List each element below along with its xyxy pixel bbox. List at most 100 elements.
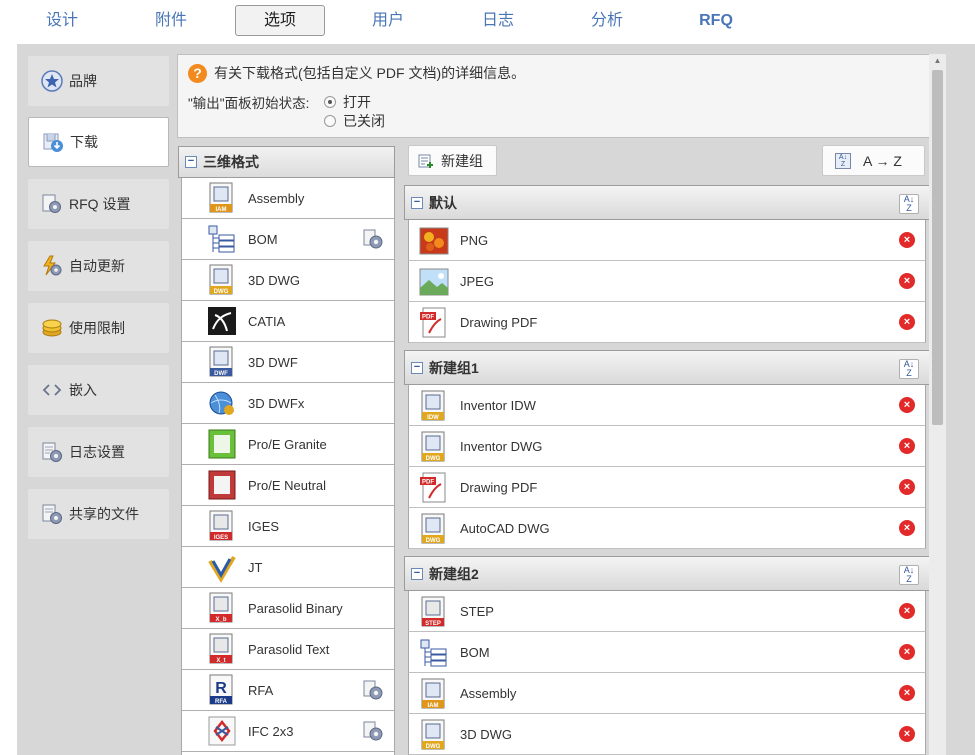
tab-rfq[interactable]: RFQ: [686, 5, 746, 37]
collapse-icon[interactable]: −: [411, 196, 423, 209]
pdf-file-icon: PDF: [419, 307, 449, 339]
parasolid-binary-icon: X_b: [207, 592, 237, 624]
remove-icon[interactable]: ×: [899, 644, 915, 660]
collapse-icon[interactable]: −: [411, 567, 423, 580]
help-icon[interactable]: ?: [188, 63, 207, 83]
sidebar-item-rfq-settings[interactable]: RFQ 设置: [28, 179, 169, 229]
remove-icon[interactable]: ×: [899, 232, 915, 248]
radio-open[interactable]: 打开: [324, 92, 371, 112]
collapse-icon[interactable]: −: [185, 156, 197, 168]
format-row[interactable]: 3D DWFx: [182, 383, 394, 424]
group-format-row[interactable]: IAM Assembly ×: [408, 673, 926, 714]
tab-design[interactable]: 设计: [32, 5, 92, 37]
info-text: 有关下载格式(包括自定义 PDF 文档)的详细信息。: [214, 65, 526, 81]
group-format-row[interactable]: JPEG ×: [408, 261, 926, 302]
remove-icon[interactable]: ×: [899, 479, 915, 495]
scroll-up-arrow-icon[interactable]: ▲: [929, 54, 946, 68]
sidebar-item-download[interactable]: 下载: [28, 117, 169, 167]
format-row[interactable]: Pro/E Granite: [182, 424, 394, 465]
scroll-thumb[interactable]: [932, 70, 943, 425]
remove-icon[interactable]: ×: [899, 438, 915, 454]
format-row[interactable]: Pro/E Neutral: [182, 465, 394, 506]
format-row[interactable]: R RFA RFA: [182, 670, 394, 711]
format-row[interactable]: X_b Parasolid Binary: [182, 588, 394, 629]
group-name[interactable]: 默认: [429, 193, 457, 213]
remove-icon[interactable]: ×: [899, 273, 915, 289]
log-settings-icon: [40, 440, 64, 464]
sort-az-button[interactable]: A↓ Z A → Z: [822, 145, 925, 176]
sidebar-item-embed[interactable]: 嵌入: [28, 365, 169, 415]
dwfx-globe-icon: [207, 387, 237, 419]
sort-az-label: A → Z: [863, 152, 902, 169]
remove-icon[interactable]: ×: [899, 520, 915, 536]
radio-dot[interactable]: [324, 115, 336, 127]
tab-analytics[interactable]: 分析: [577, 5, 637, 37]
tab-attachments[interactable]: 附件: [141, 5, 201, 37]
shared-files-icon: [40, 502, 64, 526]
format-row[interactable]: DWG 3D DWG: [182, 260, 394, 301]
sidebar-item-label: 共享的文件: [69, 506, 139, 522]
svg-text:DWG: DWG: [214, 289, 229, 295]
radio-closed[interactable]: 已关闭: [324, 111, 385, 131]
format-row[interactable]: IGES IGES: [182, 506, 394, 547]
group-format-row[interactable]: DWG AutoCAD DWG ×: [408, 508, 926, 549]
sidebar-item-shared-files[interactable]: 共享的文件: [28, 489, 169, 539]
format-row[interactable]: IFC 2x3: [182, 711, 394, 752]
jt-logo-icon: [207, 551, 237, 583]
sidebar-item-usage-limits[interactable]: 使用限制: [28, 303, 169, 353]
sidebar-item-auto-update[interactable]: 自动更新: [28, 241, 169, 291]
group-name[interactable]: 新建组1: [429, 358, 479, 378]
format-settings-icon[interactable]: [362, 679, 384, 701]
format-label: Assembly: [248, 191, 305, 206]
radio-dot-selected[interactable]: [324, 96, 336, 108]
format-label: IGES: [248, 519, 280, 534]
group-sort-icon[interactable]: A↓ Z: [899, 565, 919, 585]
group-format-row[interactable]: BOM ×: [408, 632, 926, 673]
group-sort-icon[interactable]: A↓ Z: [899, 359, 919, 379]
group-format-row[interactable]: PDF Drawing PDF ×: [408, 302, 926, 343]
group-format-row[interactable]: STEP STEP ×: [408, 591, 926, 632]
format-row[interactable]: CATIA: [182, 301, 394, 342]
remove-icon[interactable]: ×: [899, 603, 915, 619]
new-group-button[interactable]: 新建组: [408, 145, 497, 176]
format-settings-icon[interactable]: [362, 228, 384, 250]
format-row[interactable]: X_t Parasolid Text: [182, 629, 394, 670]
radio-closed-label: 已关闭: [343, 113, 385, 129]
sidebar-item-branding[interactable]: 品牌: [28, 56, 169, 106]
format-row[interactable]: BOM: [182, 219, 394, 260]
group-format-label: 3D DWG: [460, 727, 512, 742]
new-group-icon: [418, 153, 434, 169]
group-format-row[interactable]: PNG ×: [408, 220, 926, 261]
format-row[interactable]: JT: [182, 547, 394, 588]
group-format-row[interactable]: IDW Inventor IDW ×: [408, 385, 926, 426]
group-header: − 默认 A↓ Z: [404, 185, 930, 220]
remove-icon[interactable]: ×: [899, 726, 915, 742]
format-row[interactable]: IAM Assembly: [182, 178, 394, 219]
format-label: 3D DWF: [248, 355, 298, 370]
group-format-row[interactable]: DWG 3D DWG ×: [408, 714, 926, 755]
star-badge-icon: [40, 69, 64, 93]
collapse-icon[interactable]: −: [411, 361, 423, 374]
format-row[interactable]: DWF 3D DWF: [182, 342, 394, 383]
svg-text:PDF: PDF: [422, 480, 434, 486]
dwg-file-icon: DWG: [207, 264, 237, 296]
group-sort-icon[interactable]: A↓ Z: [899, 194, 919, 214]
sidebar-item-log-settings[interactable]: 日志设置: [28, 427, 169, 477]
remove-icon[interactable]: ×: [899, 397, 915, 413]
group-format-row[interactable]: DWG Inventor DWG ×: [408, 426, 926, 467]
group-format-row[interactable]: PDF Drawing PDF ×: [408, 467, 926, 508]
group-format-label: Drawing PDF: [460, 480, 538, 495]
formats-header-label: 三维格式: [203, 154, 259, 170]
format-settings-icon[interactable]: [362, 720, 384, 742]
svg-text:R: R: [215, 680, 227, 697]
vertical-scrollbar[interactable]: ▲: [929, 54, 946, 755]
tab-log[interactable]: 日志: [468, 5, 528, 37]
tab-options[interactable]: 选项: [235, 5, 325, 36]
group-header: − 新建组2 A↓ Z: [404, 556, 930, 591]
iam-file-icon: IAM: [207, 182, 237, 214]
remove-icon[interactable]: ×: [899, 685, 915, 701]
jpeg-image-icon: [419, 266, 449, 298]
tab-users[interactable]: 用户: [358, 5, 418, 37]
remove-icon[interactable]: ×: [899, 314, 915, 330]
group-name[interactable]: 新建组2: [429, 564, 479, 584]
